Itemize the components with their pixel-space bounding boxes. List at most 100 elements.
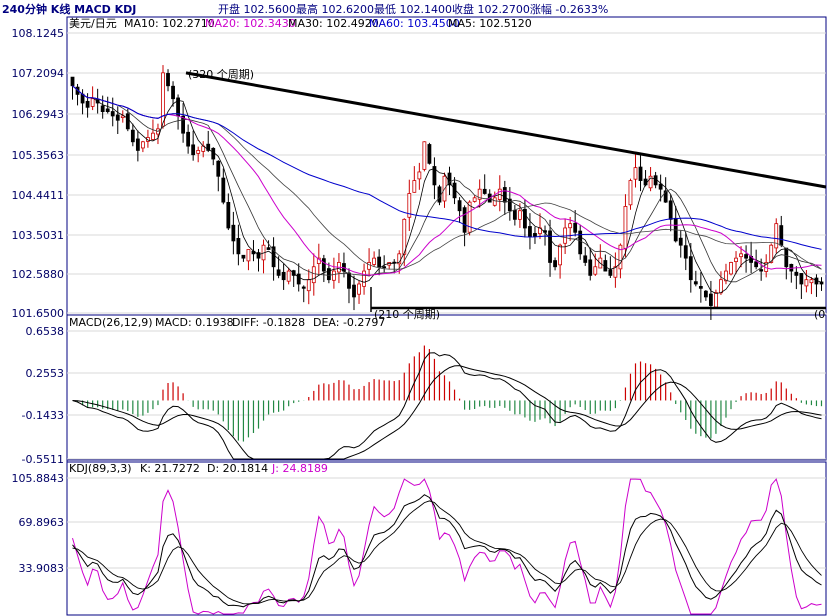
candle-body bbox=[734, 257, 738, 263]
candle-body bbox=[683, 245, 688, 259]
candle-body bbox=[427, 144, 432, 164]
candle-body bbox=[135, 138, 140, 151]
candle-body bbox=[256, 252, 261, 259]
candle-body bbox=[266, 247, 271, 250]
candle-body bbox=[472, 197, 477, 202]
diff-value-label: DIFF: -0.1828 bbox=[232, 316, 305, 329]
candle-body bbox=[105, 108, 110, 113]
candle-body bbox=[422, 141, 427, 170]
candle-body bbox=[352, 284, 356, 298]
candle-body bbox=[512, 209, 517, 220]
candle-body bbox=[719, 279, 723, 294]
chart-canvas: 240分钟 K线 MACD KDJ 开盘 102.5600最高 102.6200… bbox=[2, 2, 827, 616]
j-value-label: J: 24.8189 bbox=[271, 462, 328, 475]
candle-body bbox=[130, 129, 135, 143]
kdj-tick-label: 69.8963 bbox=[19, 516, 65, 529]
candle-body bbox=[593, 266, 598, 275]
candle-body bbox=[533, 233, 537, 237]
candle-body bbox=[784, 247, 789, 268]
candle-body bbox=[90, 98, 95, 107]
candle-body bbox=[110, 111, 115, 117]
candle-body bbox=[382, 266, 387, 269]
candle-body bbox=[754, 261, 759, 268]
candle-body bbox=[306, 279, 311, 292]
candle-body bbox=[744, 254, 748, 259]
candle-body bbox=[779, 225, 784, 246]
candle-body bbox=[115, 114, 120, 121]
candle-body bbox=[588, 259, 593, 276]
macd-panel-frame bbox=[66, 314, 827, 461]
candle-body bbox=[331, 270, 336, 281]
candle-body bbox=[226, 201, 231, 229]
ma5-label: MA5: 102.5120 bbox=[448, 17, 532, 30]
candle-body bbox=[191, 144, 196, 156]
price-tick-label: 107.2094 bbox=[12, 67, 65, 80]
candle-body bbox=[140, 141, 145, 149]
price-tick-label: 104.4411 bbox=[12, 189, 65, 202]
candle-body bbox=[568, 223, 573, 229]
candle-body bbox=[301, 286, 306, 289]
candle-body bbox=[502, 187, 507, 203]
candle-body bbox=[151, 132, 155, 140]
price-tick-label: 103.5031 bbox=[12, 229, 65, 242]
instrument-label: 美元/日元 bbox=[69, 17, 117, 30]
candle-body bbox=[729, 262, 733, 275]
candle-body bbox=[161, 72, 165, 127]
price-tick-label: 108.1245 bbox=[12, 27, 65, 40]
price-tick-label: 102.5880 bbox=[12, 268, 65, 281]
candle-body bbox=[326, 268, 331, 281]
right-period-annotation: (0 bbox=[814, 308, 825, 321]
price-tick-label: 105.3563 bbox=[12, 149, 65, 162]
candle-body bbox=[231, 224, 236, 242]
kdj-d-line bbox=[72, 500, 822, 605]
macd-value-label: MACD: 0.1938 bbox=[155, 316, 234, 329]
candle-body bbox=[804, 279, 809, 287]
candle-body bbox=[693, 281, 698, 285]
candle-body bbox=[216, 160, 221, 177]
ma20-label: MA20: 102.3430 bbox=[205, 17, 296, 30]
candle-body bbox=[412, 180, 417, 193]
candle-body bbox=[739, 253, 743, 258]
candle-body bbox=[759, 269, 764, 272]
candle-body bbox=[623, 206, 628, 249]
candle-body bbox=[196, 150, 201, 154]
k-value-label: K: 21.7272 bbox=[140, 462, 200, 475]
macd-params-label: MACD(26,12,9) bbox=[69, 316, 153, 329]
candle-body bbox=[241, 254, 246, 259]
candle-body bbox=[799, 273, 804, 285]
kdj-tick-label: 33.9083 bbox=[19, 562, 65, 575]
candle-body bbox=[457, 200, 462, 212]
candle-body bbox=[311, 266, 316, 284]
candle-body bbox=[462, 207, 467, 233]
candle-body bbox=[166, 73, 170, 87]
candle-body bbox=[653, 175, 658, 186]
candle-body bbox=[618, 244, 623, 270]
ma60-label: MA60: 103.4500 bbox=[369, 17, 460, 30]
candle-body bbox=[100, 105, 105, 113]
macd-tick-label: -0.1433 bbox=[22, 409, 64, 422]
candle-body bbox=[668, 200, 673, 220]
lower-period-annotation: (210 个周期) bbox=[374, 308, 440, 321]
candle-body bbox=[583, 255, 588, 263]
dea-line bbox=[72, 365, 822, 460]
macd-tick-label: 0.2553 bbox=[26, 367, 65, 380]
candle-body bbox=[357, 283, 361, 295]
kdj-j-line bbox=[72, 478, 822, 615]
candle-body bbox=[548, 230, 552, 263]
candle-body bbox=[286, 270, 291, 282]
ma30-label: MA30: 102.4920 bbox=[288, 17, 379, 30]
candle-body bbox=[171, 85, 175, 100]
candle-body bbox=[794, 271, 799, 276]
candle-body bbox=[321, 258, 326, 272]
candle-body bbox=[367, 262, 371, 270]
upper-trend-line bbox=[185, 71, 827, 189]
candle-body bbox=[221, 177, 226, 203]
candle-body bbox=[236, 238, 241, 255]
candle-body bbox=[688, 256, 693, 281]
candle-body bbox=[372, 257, 377, 265]
price-panel-frame bbox=[66, 16, 827, 314]
macd-tick-label: 0.6538 bbox=[26, 325, 65, 338]
candle-body bbox=[125, 113, 130, 130]
price-tick-label: 101.6500 bbox=[12, 307, 65, 320]
price-tick-label: 106.2943 bbox=[12, 108, 65, 121]
